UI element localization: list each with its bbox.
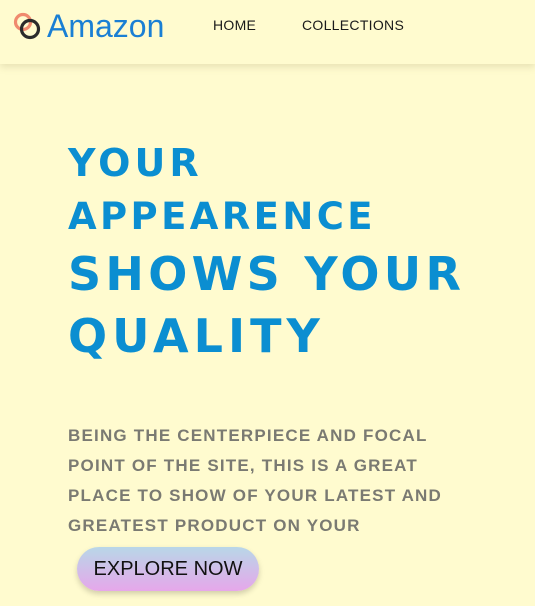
hero-title-line: QUALITY bbox=[68, 309, 325, 363]
brand-name: Amazon bbox=[47, 8, 165, 44]
hero-description: BEING THE CENTERPIECE AND FOCAL POINT OF… bbox=[68, 421, 488, 541]
explore-now-button[interactable]: EXPLORE NOW bbox=[77, 547, 259, 591]
hero-description-line: GREATEST PRODUCT ON YOUR bbox=[68, 516, 361, 535]
hero-title-line: APPEARENCE bbox=[68, 195, 376, 238]
hero-description-line: POINT OF THE SITE, THIS IS A GREAT bbox=[68, 456, 418, 475]
nav-link-collections[interactable]: COLLECTIONS bbox=[302, 17, 404, 33]
hero-title-line: YOUR bbox=[68, 141, 203, 185]
hero-description-line: BEING THE CENTERPIECE AND FOCAL bbox=[68, 426, 428, 445]
interlocked-rings-icon bbox=[13, 12, 41, 40]
nav-link-home[interactable]: HOME bbox=[213, 17, 256, 33]
top-navbar: Amazon HOME COLLECTIONS bbox=[0, 0, 535, 64]
brand-logo-link[interactable]: Amazon bbox=[13, 7, 164, 45]
hero-title: YOUR APPEARENCE SHOWS YOUR QUALITY bbox=[68, 140, 518, 367]
hero-description-line: PLACE TO SHOW OF YOUR LATEST AND bbox=[68, 486, 443, 505]
hero-title-line: SHOWS YOUR bbox=[68, 247, 466, 301]
